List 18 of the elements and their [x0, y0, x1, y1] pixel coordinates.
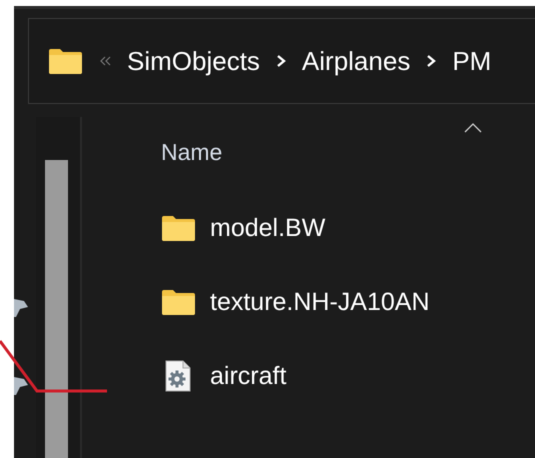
- settings-file-icon: [165, 360, 191, 392]
- sort-up-icon[interactable]: [464, 123, 482, 133]
- column-header[interactable]: Name: [161, 139, 222, 165]
- breadcrumb-item[interactable]: Airplanes: [302, 46, 410, 76]
- file-name[interactable]: model.BW: [210, 214, 326, 242]
- folder-icon: [160, 214, 196, 242]
- chevron-right-icon: [426, 54, 436, 68]
- folder-icon: [160, 288, 196, 316]
- overflow-chevrons-icon[interactable]: [99, 56, 111, 66]
- file-name[interactable]: texture.NH-JA10AN: [210, 288, 430, 316]
- pin-icon[interactable]: [14, 297, 28, 317]
- breadcrumb-item[interactable]: SimObjects: [127, 46, 260, 76]
- scrollbar-thumb[interactable]: [45, 160, 68, 458]
- chevron-right-icon: [276, 54, 286, 68]
- pin-icon[interactable]: [14, 375, 28, 395]
- breadcrumb-item[interactable]: PM: [452, 46, 492, 76]
- file-name[interactable]: aircraft: [210, 362, 286, 390]
- folder-icon: [48, 48, 83, 74]
